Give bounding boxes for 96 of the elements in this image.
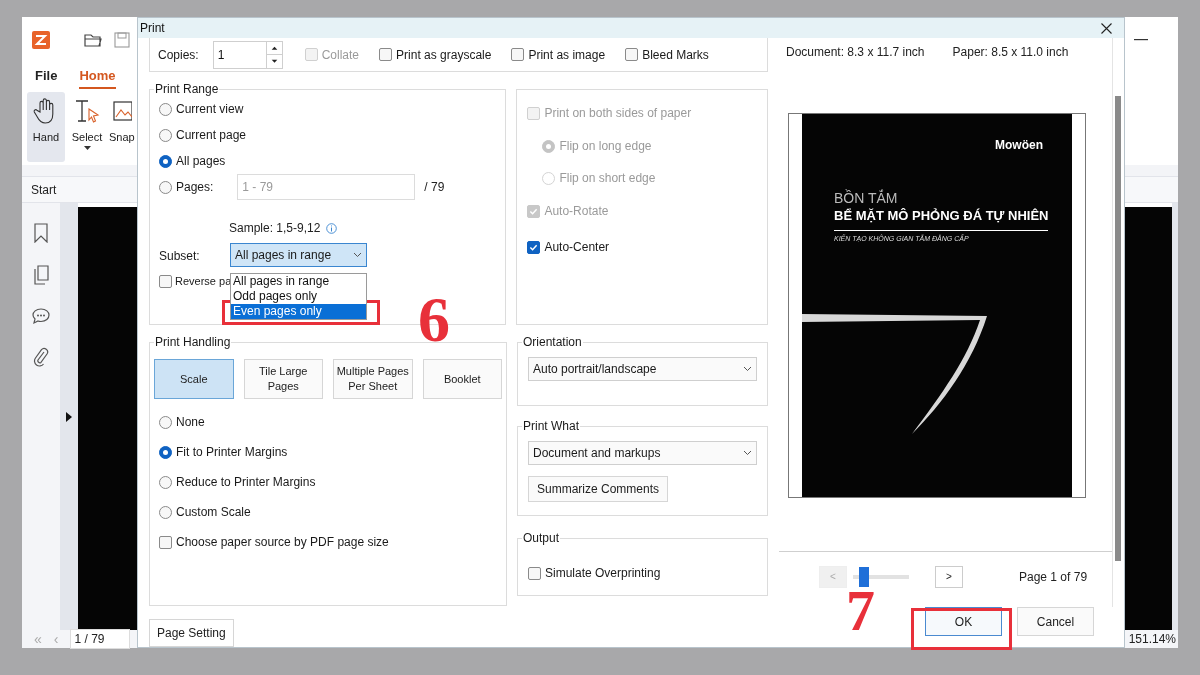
- option-label: Fit to Printer Margins: [176, 444, 288, 461]
- check-icon: [529, 242, 539, 252]
- radio-button[interactable]: [159, 180, 172, 194]
- checkbox[interactable]: [159, 535, 172, 549]
- ribbon-tool[interactable]: Snap: [109, 92, 135, 162]
- menu-tab[interactable]: File: [35, 65, 58, 89]
- summarize-comments-button[interactable]: Summarize Comments: [528, 476, 669, 502]
- option-label: Flip on short edge: [559, 170, 656, 187]
- dialog-title: Print: [140, 20, 165, 37]
- radio-button[interactable]: [159, 505, 172, 519]
- slider-thumb[interactable]: [858, 566, 869, 587]
- page-number-field[interactable]: 1 / 79: [70, 629, 131, 649]
- document-size: Document: 8.3 x 11.7 inch: [786, 44, 925, 61]
- zoom-level: 151.14%: [1128, 631, 1176, 648]
- app-logo-icon: [32, 31, 50, 49]
- option-label: Print on both sides of paper: [544, 105, 692, 122]
- check-icon: [529, 206, 539, 216]
- subset-dropdown[interactable]: All pages in range: [230, 243, 367, 267]
- info-icon[interactable]: [326, 222, 338, 234]
- checkbox[interactable]: [528, 566, 541, 580]
- save-icon[interactable]: [114, 32, 130, 48]
- radio-button[interactable]: [159, 475, 172, 489]
- group-title: Print Range: [154, 81, 220, 97]
- option-label: Custom Scale: [176, 504, 251, 521]
- checkbox[interactable]: [159, 274, 172, 288]
- group-title: Output: [522, 530, 561, 546]
- paperclip-icon[interactable]: [33, 347, 49, 367]
- mode-button[interactable]: Tile Large Pages: [243, 359, 323, 399]
- minimize-icon[interactable]: [1134, 39, 1148, 41]
- mode-button[interactable]: Multiple Pages Per Sheet: [333, 359, 413, 399]
- copies-label: Copies:: [158, 46, 199, 64]
- radio-button[interactable]: [159, 415, 172, 429]
- ok-button[interactable]: OK: [925, 607, 1002, 636]
- subset-label: Subset:: [159, 249, 200, 263]
- checkbox[interactable]: [379, 48, 393, 61]
- print-what-dropdown[interactable]: Document and markups: [528, 441, 757, 465]
- option-label: None: [176, 414, 205, 431]
- bookmark-icon[interactable]: [33, 223, 49, 243]
- menu-tab[interactable]: Home: [79, 65, 116, 89]
- option-label: Flip on long edge: [559, 138, 652, 155]
- mode-button[interactable]: Booklet: [422, 359, 502, 399]
- chevron-down-icon: [353, 252, 362, 258]
- copies-spinner[interactable]: 1: [212, 40, 283, 69]
- option-label: Auto-Rotate: [544, 203, 609, 220]
- radio-button[interactable]: [159, 128, 172, 142]
- sample-hint: Sample: 1,5-9,12: [229, 220, 321, 237]
- option-label: Collate: [321, 46, 360, 64]
- expand-triangle-icon[interactable]: [66, 411, 72, 422]
- orientation-dropdown[interactable]: Auto portrait/landscape: [528, 357, 757, 381]
- radio-button[interactable]: [542, 139, 556, 153]
- checkbox[interactable]: [527, 240, 541, 254]
- dropdown-option[interactable]: Odd pages only: [231, 289, 366, 304]
- option-label: Reduce to Printer Margins: [176, 474, 316, 491]
- brand-name: Mowöen: [995, 137, 1043, 154]
- comment-icon[interactable]: [31, 307, 51, 325]
- folder-icon[interactable]: [84, 32, 102, 48]
- page-total: / 79: [424, 179, 445, 196]
- dropdown-option[interactable]: Even pages only: [231, 304, 366, 319]
- option-label: Bleed Marks: [642, 46, 709, 64]
- caret-icon: [83, 145, 91, 150]
- chevron-down-icon: [743, 366, 752, 372]
- next-page-button[interactable]: >: [935, 565, 963, 588]
- document-tab[interactable]: Start: [22, 180, 66, 199]
- radio-button[interactable]: [159, 154, 172, 168]
- option-label: Choose paper source by PDF page size: [176, 534, 389, 551]
- page-counter: Page 1 of 79: [1019, 568, 1088, 586]
- chevron-down-icon: [743, 450, 752, 456]
- ribbon-tool[interactable]: Hand: [27, 92, 65, 162]
- option-label: All pages: [176, 153, 226, 170]
- text-cursor-icon: [73, 97, 101, 125]
- page-slider[interactable]: [853, 566, 909, 587]
- dropdown-option[interactable]: All pages in range: [231, 274, 366, 289]
- pages-icon[interactable]: [33, 265, 49, 285]
- checkbox[interactable]: [511, 48, 525, 61]
- radio-button[interactable]: [159, 445, 172, 459]
- option-label: Simulate Overprinting: [545, 565, 661, 582]
- checkbox[interactable]: [625, 48, 639, 61]
- ribbon-tool[interactable]: Select: [68, 92, 106, 162]
- cover-subtitle: BỒN TẮM: [834, 190, 899, 206]
- option-label: Pages:: [176, 179, 214, 196]
- radio-button[interactable]: [159, 102, 172, 116]
- mode-button[interactable]: Scale: [154, 359, 234, 399]
- option-label: Auto-Center: [544, 239, 610, 256]
- step-number: 6: [418, 288, 450, 352]
- step-number: 7: [846, 582, 875, 640]
- paper-size: Paper: 8.5 x 11.0 inch: [952, 44, 1069, 61]
- option-label: Print as image: [528, 46, 606, 64]
- option-label: Print as grayscale: [396, 46, 492, 64]
- cover-headline: BỂ MẶT MÔ PHỎNG ĐÁ TỰ NHIÊN: [834, 206, 1049, 231]
- option-label: Current view: [176, 101, 244, 118]
- cancel-button[interactable]: Cancel: [1017, 607, 1094, 636]
- group-title: Print Handling: [154, 334, 232, 350]
- scrollbar[interactable]: [1115, 96, 1121, 561]
- page-setting-button[interactable]: Page Setting: [149, 619, 234, 647]
- option-label: Current page: [176, 127, 247, 144]
- close-icon[interactable]: [1101, 22, 1112, 34]
